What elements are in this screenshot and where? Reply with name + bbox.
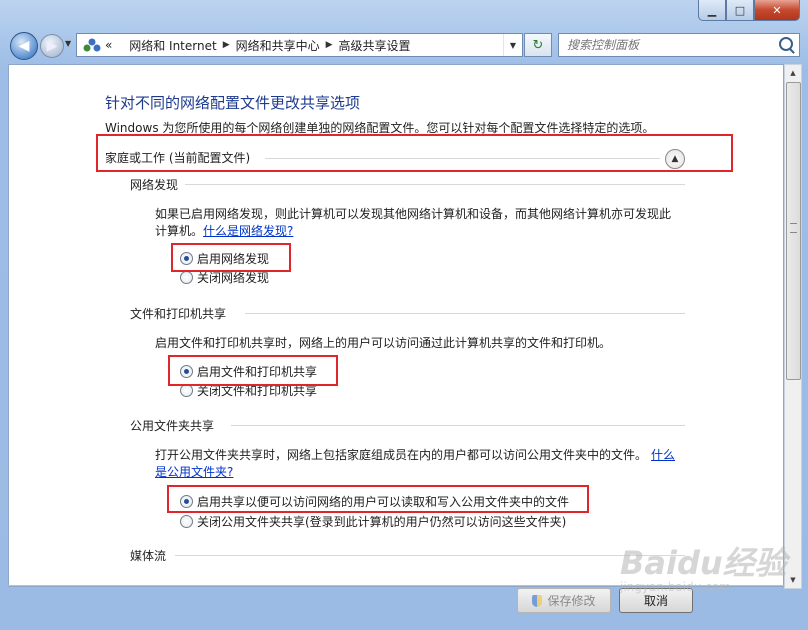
scroll-up-icon[interactable]: ▲: [785, 65, 801, 81]
publicfolder-help-link[interactable]: 什么: [651, 448, 675, 462]
shield-icon: [532, 594, 543, 607]
refresh-button[interactable]: ↻: [524, 33, 552, 57]
chevron-right-icon[interactable]: ▶: [223, 40, 230, 50]
maximize-button[interactable]: □: [726, 0, 754, 21]
watermark: Baidu经验 jingyan.baidu.com: [620, 544, 787, 594]
chevron-down-icon[interactable]: ▼: [503, 34, 522, 56]
save-changes-button[interactable]: 保存修改: [517, 588, 611, 613]
radio-empty-icon: [180, 271, 193, 284]
section-title-discovery: 网络发现: [130, 178, 179, 192]
search-icon[interactable]: [779, 37, 793, 51]
fileprint-description: 启用文件和打印机共享时，网络上的用户可以访问通过此计算机共享的文件和打印机。: [155, 336, 612, 350]
highlight-publicfolder-on: [167, 485, 589, 513]
network-icon: [83, 38, 101, 52]
section-divider: [245, 313, 685, 314]
radio-publicfolder-off[interactable]: 关闭公用文件夹共享(登录到此计算机的用户仍然可以访问这些文件夹): [180, 513, 566, 530]
section-title-media: 媒体流: [130, 549, 167, 563]
navigation-bar: ◀ ▶ ▼ « 网络和 Internet ▶ 网络和共享中心 ▶ 高级共享设置: [8, 30, 800, 60]
highlight-discovery-on: [171, 243, 291, 272]
caption-buttons: ▁ □ ✕: [698, 0, 800, 21]
breadcrumb-network-internet[interactable]: 网络和 Internet: [129, 37, 216, 54]
breadcrumb-network-sharing-center[interactable]: 网络和共享中心: [236, 37, 320, 54]
radio-label: 关闭公用文件夹共享(登录到此计算机的用户仍然可以访问这些文件夹): [197, 515, 567, 529]
publicfolder-description: 打开公用文件夹共享时，网络上包括家庭组成员在内的用户都可以访问公用文件夹中的文件…: [155, 448, 676, 479]
recent-pages-dropdown[interactable]: ▼: [65, 39, 71, 48]
discovery-help-link[interactable]: 什么是网络发现?: [203, 224, 293, 238]
minimize-button[interactable]: ▁: [698, 0, 726, 21]
breadcrumb-advanced-sharing[interactable]: 高级共享设置: [339, 37, 411, 54]
section-divider: [175, 555, 685, 556]
arrow-left-icon: ◀: [18, 38, 30, 54]
page-title: 针对不同的网络配置文件更改共享选项: [105, 94, 361, 112]
search-input[interactable]: [565, 37, 769, 53]
breadcrumb-overflow[interactable]: «: [105, 38, 112, 52]
discovery-description: 如果已启用网络发现，则此计算机可以发现其他网络计算机和设备，而其他网络计算机亦可…: [155, 207, 672, 238]
arrow-right-icon: ▶: [46, 38, 58, 54]
section-title-fileprint: 文件和打印机共享: [130, 307, 227, 321]
section-title-publicfolder: 公用文件夹共享: [130, 419, 215, 433]
chevron-right-icon[interactable]: ▶: [326, 40, 333, 50]
search-box: [558, 33, 800, 57]
highlight-fileprint-on: [168, 355, 338, 386]
refresh-icon: ↻: [532, 37, 544, 53]
address-bar[interactable]: « 网络和 Internet ▶ 网络和共享中心 ▶ 高级共享设置 ▼: [76, 33, 523, 57]
close-button[interactable]: ✕: [754, 0, 800, 21]
save-label: 保存修改: [547, 594, 596, 608]
content-pane: 针对不同的网络配置文件更改共享选项 Windows 为您所使用的每个网络创建单独…: [8, 64, 784, 587]
forward-button[interactable]: ▶: [40, 34, 64, 58]
back-button[interactable]: ◀: [10, 32, 38, 60]
radio-empty-icon: [180, 515, 193, 528]
breadcrumb: « 网络和 Internet ▶ 网络和共享中心 ▶ 高级共享设置: [105, 37, 411, 54]
section-divider: [185, 184, 685, 185]
scroll-thumb[interactable]: [786, 82, 801, 380]
section-divider: [231, 425, 685, 426]
publicfolder-help-link-cont[interactable]: 是公用文件夹?: [155, 465, 233, 479]
scroll-down-icon[interactable]: ▼: [785, 572, 801, 588]
vertical-scrollbar[interactable]: ▲ ▼: [784, 64, 802, 589]
highlight-profile: [96, 134, 733, 172]
